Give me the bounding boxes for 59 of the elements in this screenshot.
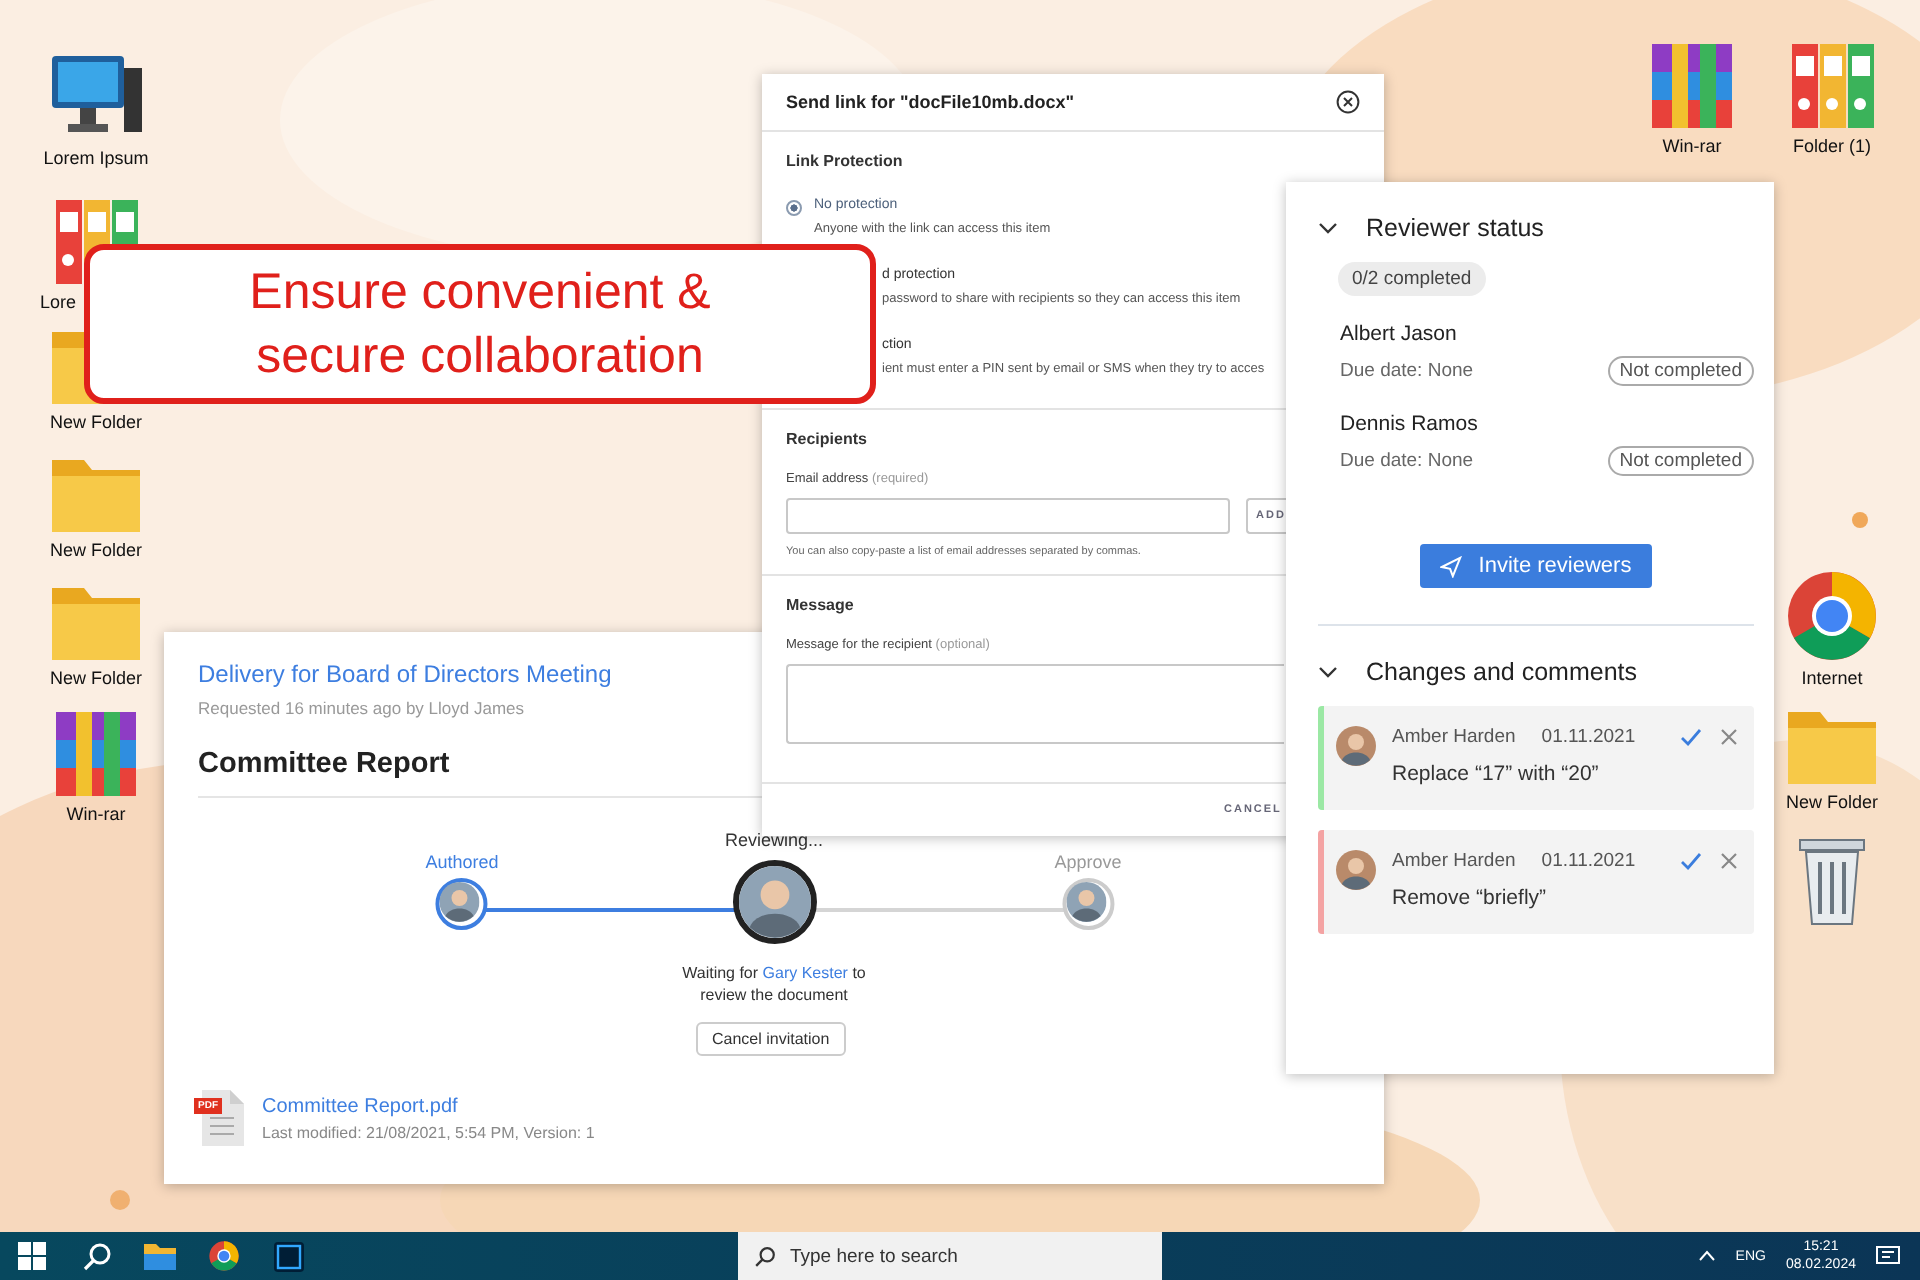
status-pill: Not completed — [1607, 356, 1754, 386]
step-label: Authored — [425, 852, 499, 872]
avatar-icon — [1336, 726, 1376, 766]
icon-label: Internet — [1801, 668, 1863, 688]
accept-icon[interactable] — [1680, 728, 1702, 746]
search-icon — [754, 1245, 776, 1267]
comment-text: Remove “briefly” — [1392, 886, 1549, 910]
comment-date: 01.11.2021 — [1541, 726, 1636, 748]
avatar-icon — [1066, 882, 1106, 922]
chevron-up-icon[interactable] — [1697, 1250, 1716, 1262]
message-field[interactable] — [786, 664, 1284, 744]
section-heading: Recipients — [786, 430, 869, 448]
email-field[interactable] — [786, 498, 1230, 534]
panel-heading: Reviewer status — [1366, 214, 1544, 242]
chevron-down-icon[interactable] — [1318, 666, 1338, 678]
dialog-title: Send link for "docFile10mb.docx" — [786, 92, 1075, 112]
icon-label: Lore — [40, 292, 77, 312]
icon-label: Lorem Ipsum — [43, 148, 149, 168]
icon-label: New Folder — [49, 668, 142, 688]
icon-label: New Folder — [49, 412, 142, 432]
due-date: Due date: None — [1340, 360, 1474, 382]
waiting-text: Waiting for Gary Kester to review the document — [680, 962, 868, 1006]
invite-reviewers-button[interactable]: Invite reviewers — [1420, 544, 1652, 588]
request-info: Requested 16 minutes ago by Lloyd James — [198, 698, 527, 718]
chevron-down-icon[interactable] — [1318, 222, 1338, 234]
notification-icon[interactable] — [1876, 1245, 1900, 1267]
avatar-icon — [440, 882, 480, 922]
icon-label: Win-rar — [1662, 136, 1722, 156]
send-icon — [1440, 555, 1463, 577]
reviewer-name: Dennis Ramos — [1340, 412, 1480, 436]
cancel-invitation-button[interactable]: Cancel invitation — [696, 1022, 846, 1056]
radio-button[interactable] — [786, 200, 802, 216]
icon-label: Folder (1) — [1792, 136, 1871, 156]
reviewer-link[interactable]: Gary Kester — [762, 964, 848, 982]
icon-label: Win-rar — [66, 804, 126, 824]
progress-chip: 0/2 completed — [1338, 262, 1486, 296]
comment-author: Amber Harden — [1392, 726, 1516, 748]
browser-icon — [1784, 568, 1880, 664]
section-heading: Message — [786, 596, 856, 614]
panel-heading: Changes and comments — [1366, 658, 1637, 686]
comment-date: 01.11.2021 — [1541, 850, 1636, 872]
comment-text: Replace “17” with “20” — [1392, 762, 1601, 786]
section-heading: Link Protection — [786, 152, 905, 170]
comment-author: Amber Harden — [1392, 850, 1516, 872]
step-label: Approve — [1054, 852, 1122, 872]
file-meta: Last modified: 21/08/2021, 5:54 PM, Version: 1 — [262, 1123, 595, 1141]
step-label: Reviewing... — [724, 830, 824, 850]
callout-text: Ensure convenient & secure collaboration — [249, 262, 711, 388]
accept-icon[interactable] — [1680, 852, 1702, 870]
document-heading: Committee Report — [198, 748, 452, 780]
reviewer-name: Albert Jason — [1340, 322, 1459, 346]
icon-label: New Folder — [1785, 792, 1878, 812]
close-icon[interactable] — [1336, 90, 1360, 114]
icon-label: New Folder — [49, 540, 142, 560]
status-pill: Not completed — [1607, 446, 1754, 476]
avatar-icon — [1336, 850, 1376, 890]
taskbar-search-field[interactable]: Type here to search — [738, 1232, 1162, 1280]
due-date: Due date: None — [1340, 450, 1474, 472]
file-link[interactable]: Committee Report.pdf — [262, 1095, 595, 1117]
